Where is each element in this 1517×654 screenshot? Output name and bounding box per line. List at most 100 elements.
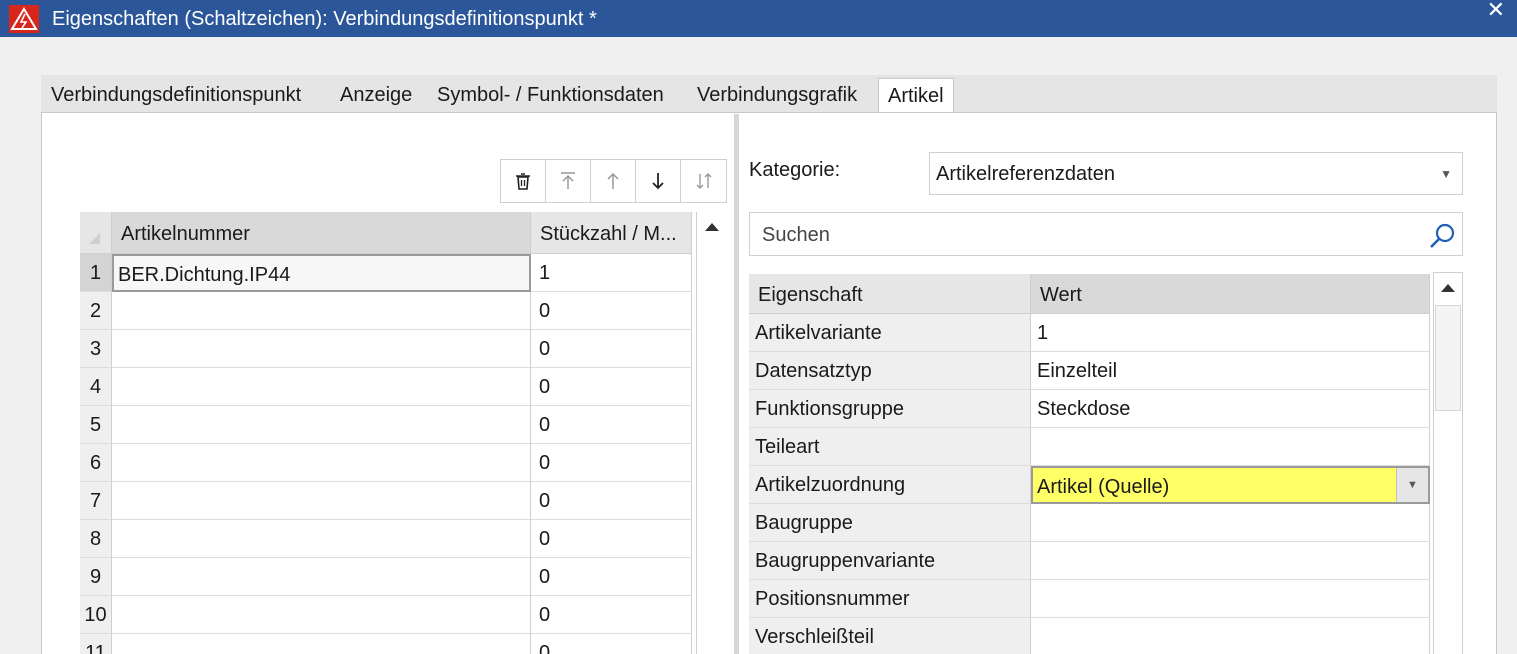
select-all-icon (89, 233, 100, 244)
quantity-cell[interactable]: 0 (531, 520, 692, 558)
table-row[interactable]: 7 0 (80, 482, 692, 520)
table-row[interactable]: 6 0 (80, 444, 692, 482)
article-number-cell[interactable] (112, 292, 531, 330)
column-header-wert[interactable]: Wert (1031, 274, 1430, 314)
move-down-button[interactable] (636, 160, 681, 202)
article-table-scrollbar[interactable] (696, 212, 726, 654)
move-up-icon (607, 172, 619, 189)
panel-splitter[interactable] (734, 114, 739, 654)
table-row[interactable]: 8 0 (80, 520, 692, 558)
column-header-eigenschaft[interactable]: Eigenschaft (749, 274, 1031, 314)
property-row[interactable]: Baugruppenvariante (749, 542, 1430, 580)
quantity-cell[interactable]: 0 (531, 406, 692, 444)
search-icon[interactable] (1428, 222, 1456, 250)
table-row[interactable]: 3 0 (80, 330, 692, 368)
article-number-cell[interactable] (112, 482, 531, 520)
quantity-cell[interactable]: 0 (531, 330, 692, 368)
row-number: 11 (80, 634, 112, 654)
table-row[interactable]: 5 0 (80, 406, 692, 444)
article-number-cell[interactable] (112, 444, 531, 482)
property-value[interactable] (1031, 618, 1430, 654)
table-row[interactable]: 11 0 (80, 634, 692, 654)
property-row[interactable]: Verschleißteil (749, 618, 1430, 654)
trash-icon (516, 173, 530, 190)
scroll-up-button[interactable] (1434, 273, 1462, 303)
property-value[interactable] (1031, 542, 1430, 580)
property-name: Artikelvariante (749, 314, 1031, 352)
quantity-cell[interactable]: 1 (531, 254, 692, 292)
row-number: 2 (80, 292, 112, 330)
article-number-cell[interactable] (112, 368, 531, 406)
quantity-cell[interactable]: 0 (531, 292, 692, 330)
article-number-cell[interactable] (112, 558, 531, 596)
article-number-cell[interactable]: BER.Dichtung.IP44 (112, 254, 531, 292)
quantity-cell[interactable]: 0 (531, 368, 692, 406)
table-row[interactable]: 4 0 (80, 368, 692, 406)
dropdown-button[interactable]: ▼ (1396, 468, 1428, 502)
triangle-up-icon (704, 223, 719, 231)
article-number-cell[interactable] (112, 406, 531, 444)
property-row[interactable]: Teileart (749, 428, 1430, 466)
table-row[interactable]: 2 0 (80, 292, 692, 330)
property-name: Funktionsgruppe (749, 390, 1031, 428)
quantity-cell[interactable]: 0 (531, 558, 692, 596)
tab-verbindungsgrafik[interactable]: Verbindungsgrafik (697, 75, 857, 113)
property-row[interactable]: Funktionsgruppe Steckdose (749, 390, 1430, 428)
table-row[interactable]: 9 0 (80, 558, 692, 596)
property-value[interactable] (1031, 428, 1430, 466)
tab-symbol-funktionsdaten[interactable]: Symbol- / Funktionsdaten (437, 75, 664, 113)
property-name: Verschleißteil (749, 618, 1031, 654)
property-name: Datensatztyp (749, 352, 1031, 390)
chevron-down-icon: ▼ (1407, 479, 1418, 491)
tab-anzeige[interactable]: Anzeige (340, 75, 412, 113)
row-number: 6 (80, 444, 112, 482)
property-row[interactable]: Datensatztyp Einzelteil (749, 352, 1430, 390)
property-row[interactable]: Artikelzuordnung Artikel (Quelle) ▼ (749, 466, 1430, 504)
search-placeholder: Suchen (762, 224, 830, 246)
artikelzuordnung-select[interactable]: Artikel (Quelle) ▼ (1031, 466, 1430, 504)
tab-verbindungsdefinitionspunkt[interactable]: Verbindungsdefinitionspunkt (51, 75, 301, 113)
property-name: Teileart (749, 428, 1031, 466)
property-value[interactable]: Steckdose (1031, 390, 1430, 428)
table-row[interactable]: 10 0 (80, 596, 692, 634)
quantity-cell[interactable]: 0 (531, 634, 692, 654)
app-logo-icon (9, 5, 39, 33)
scroll-up-button[interactable] (697, 212, 726, 242)
delete-button[interactable] (501, 160, 546, 202)
property-name: Positionsnummer (749, 580, 1031, 618)
table-row[interactable]: 1 BER.Dichtung.IP44 1 (80, 254, 692, 292)
row-number: 1 (80, 254, 112, 292)
move-to-top-button[interactable] (546, 160, 591, 202)
row-number: 8 (80, 520, 112, 558)
scrollbar-thumb[interactable] (1435, 305, 1461, 411)
property-name: Baugruppe (749, 504, 1031, 542)
table-corner[interactable] (80, 212, 112, 254)
property-value[interactable]: Einzelteil (1031, 352, 1430, 390)
move-down-icon (652, 173, 664, 190)
article-number-cell[interactable] (112, 330, 531, 368)
quantity-cell[interactable]: 0 (531, 596, 692, 634)
quantity-cell[interactable]: 0 (531, 482, 692, 520)
column-header-artikelnummer[interactable]: Artikelnummer (112, 212, 531, 254)
property-table-scrollbar[interactable] (1433, 272, 1463, 654)
property-value[interactable] (1031, 580, 1430, 618)
category-select[interactable]: Artikelreferenzdaten ▼ (929, 152, 1463, 195)
search-input[interactable]: Suchen (749, 212, 1463, 256)
property-value[interactable]: 1 (1031, 314, 1430, 352)
property-value: Artikel (Quelle) (1037, 476, 1170, 498)
property-value[interactable] (1031, 504, 1430, 542)
property-row[interactable]: Baugruppe (749, 504, 1430, 542)
article-number-cell[interactable] (112, 520, 531, 558)
sort-button[interactable] (681, 160, 726, 202)
sort-icon (696, 173, 711, 189)
move-up-button[interactable] (591, 160, 636, 202)
property-row[interactable]: Positionsnummer (749, 580, 1430, 618)
quantity-cell[interactable]: 0 (531, 444, 692, 482)
column-header-stueckzahl[interactable]: Stückzahl / M... (531, 212, 692, 254)
row-number: 4 (80, 368, 112, 406)
close-icon[interactable]: ✕ (1487, 0, 1505, 21)
article-number-cell[interactable] (112, 634, 531, 654)
property-row[interactable]: Artikelvariante 1 (749, 314, 1430, 352)
row-number: 3 (80, 330, 112, 368)
article-number-cell[interactable] (112, 596, 531, 634)
